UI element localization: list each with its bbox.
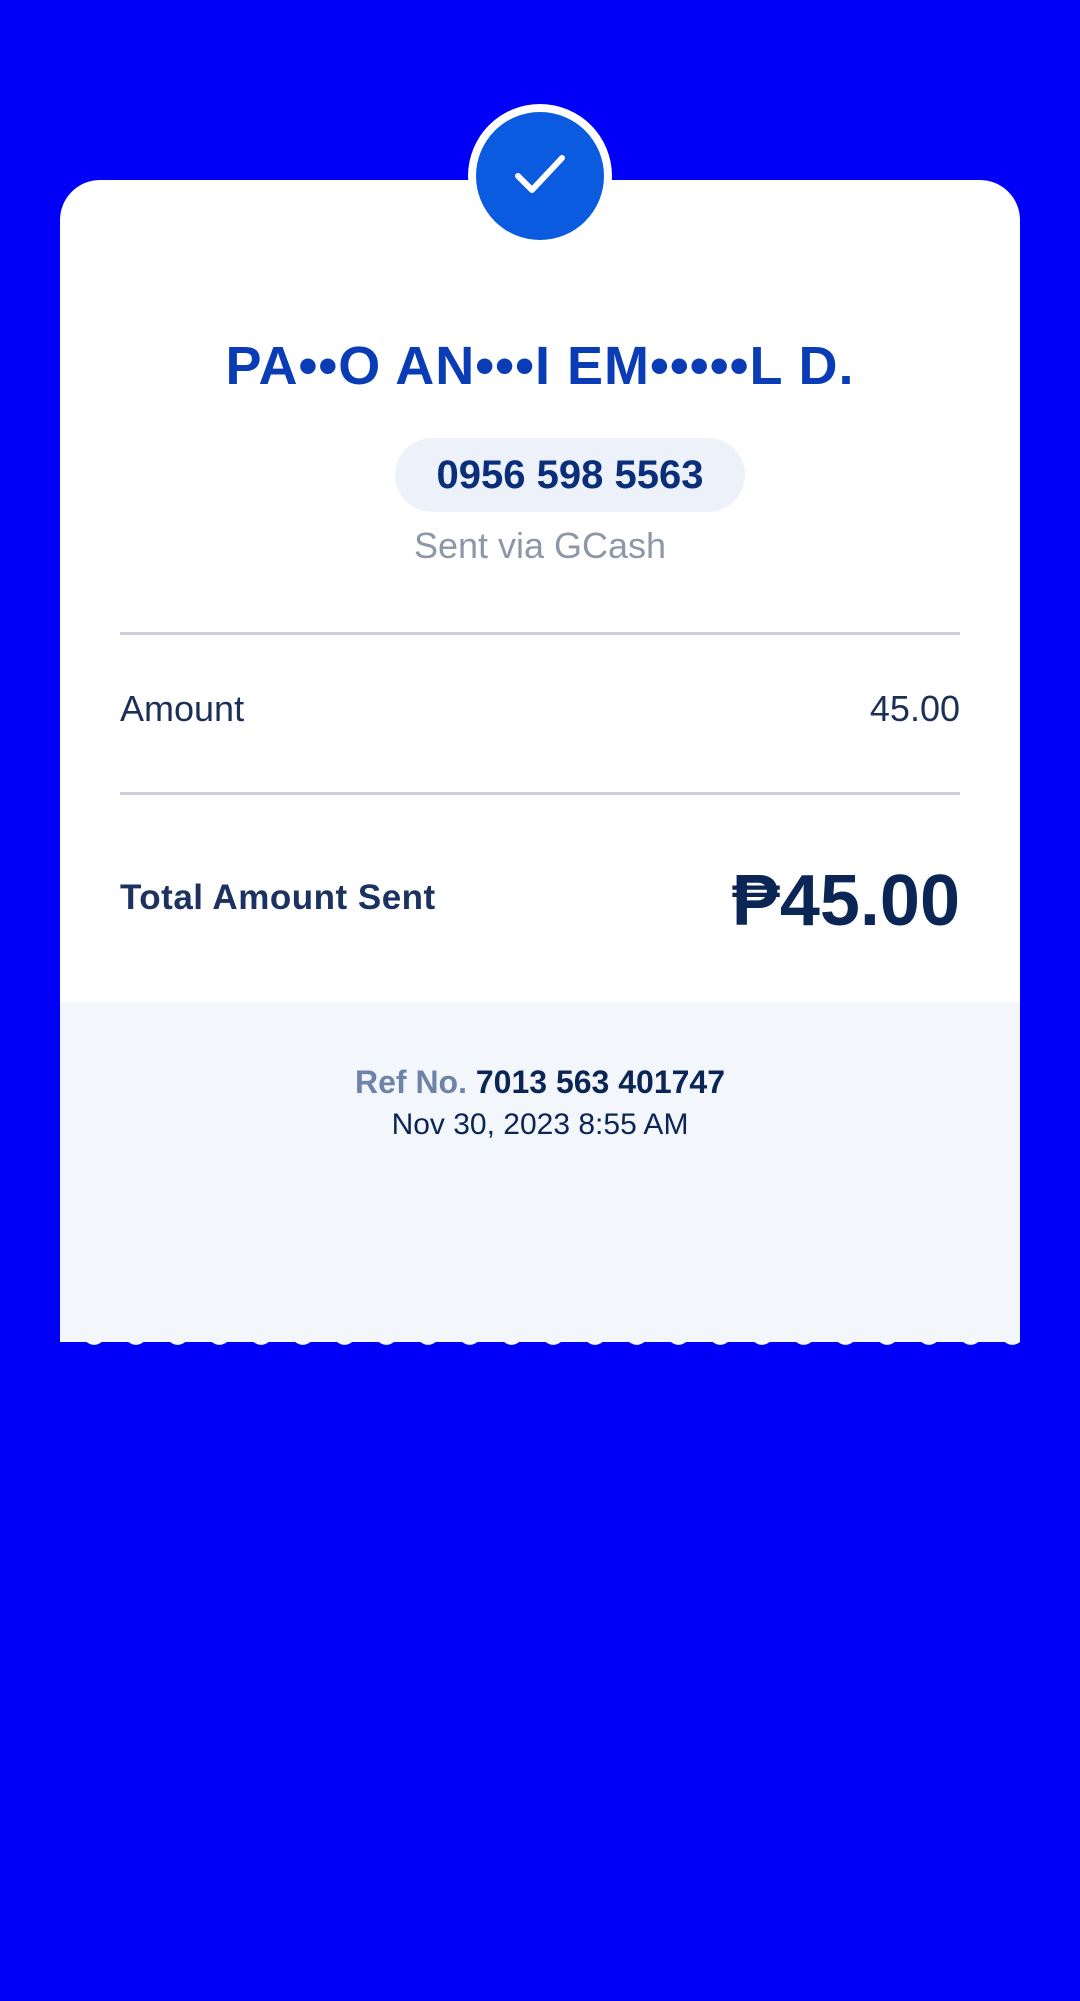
- total-amount-value: ₱45.00: [731, 861, 960, 941]
- total-amount-label: Total Amount Sent: [120, 878, 436, 917]
- sent-via-label: Sent via GCash: [413, 525, 667, 566]
- receipt-torn-edge: [60, 1330, 1020, 1345]
- divider-top: [120, 632, 960, 635]
- receipt-card: PA••O AN•••I EM•••••L D. 0956 598 5563 S…: [60, 180, 1020, 1355]
- success-badge: [468, 104, 612, 248]
- amount-label: Amount: [120, 688, 245, 729]
- ref-number: 7013 563 401747: [475, 1064, 726, 1100]
- checkmark-circle: [476, 112, 604, 240]
- checkmark-icon: [515, 155, 565, 193]
- recipient-phone: 0956 598 5563: [395, 438, 745, 512]
- receipt-reference-section: [60, 1002, 1020, 1342]
- divider-bottom: [120, 792, 960, 795]
- receipt-top-section: PA••O AN•••I EM•••••L D. 0956 598 5563 S…: [60, 180, 1020, 1002]
- transaction-datetime: Nov 30, 2023 8:55 AM: [391, 1108, 689, 1141]
- recipient-name: PA••O AN•••I EM•••••L D.: [225, 336, 855, 396]
- ref-label: Ref No.: [354, 1064, 467, 1100]
- amount-value: 45.00: [869, 688, 960, 729]
- reference-line: Ref No. 7013 563 401747: [60, 1064, 1020, 1101]
